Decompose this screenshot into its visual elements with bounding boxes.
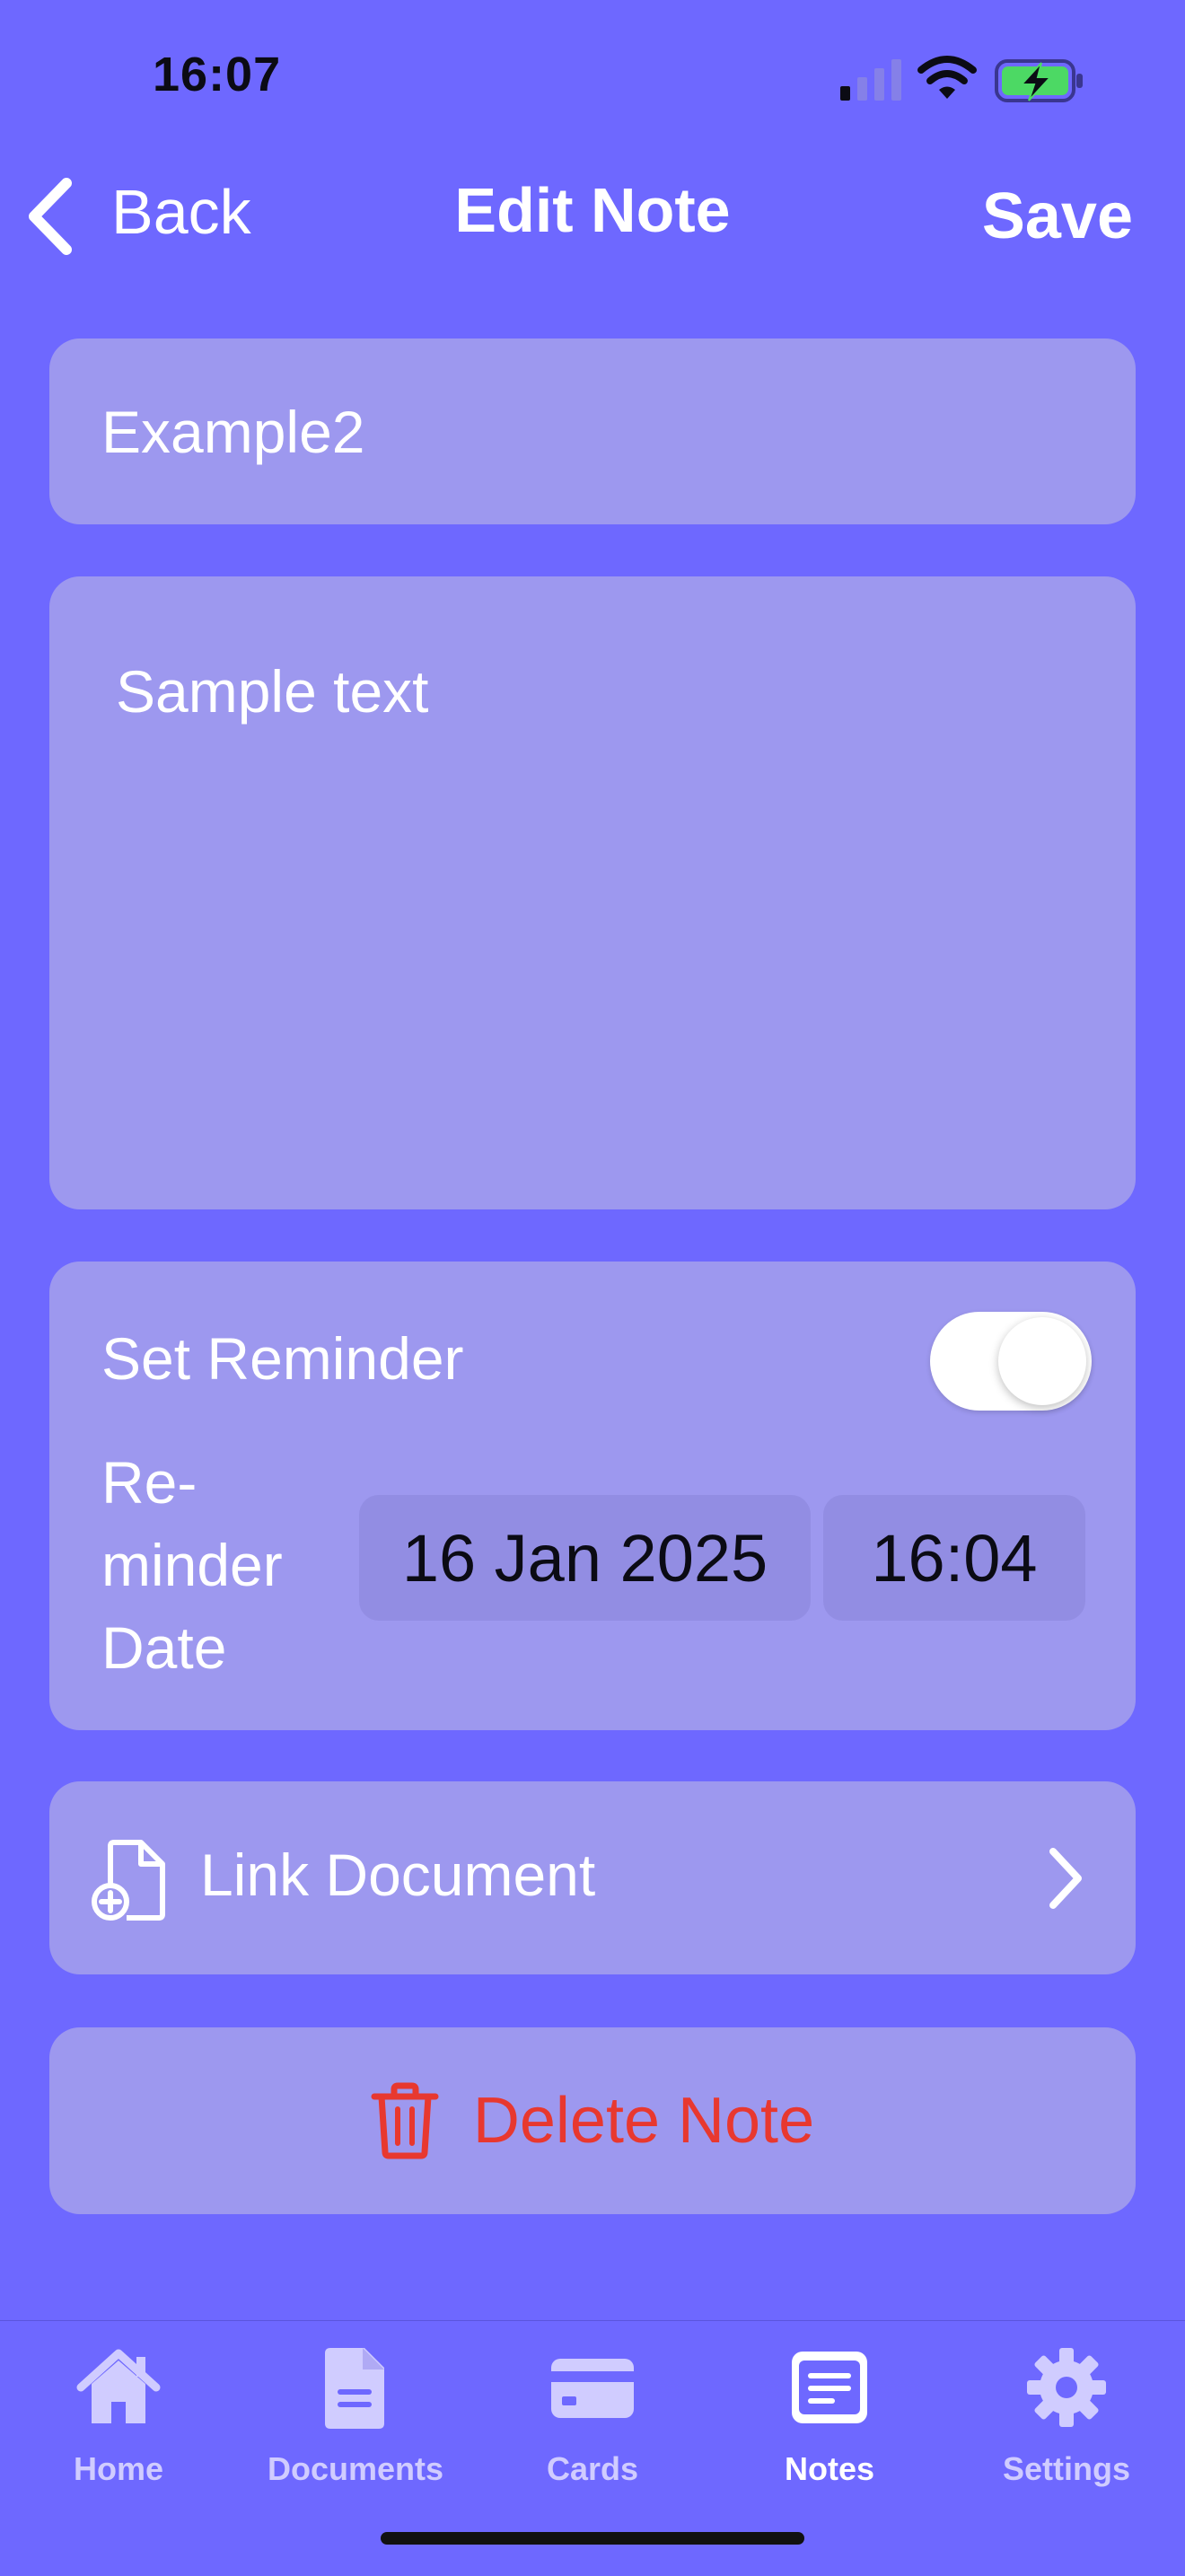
note-title-value: Example2 (101, 399, 365, 465)
save-button[interactable]: Save (982, 180, 1133, 253)
tab-label: Cards (546, 2450, 639, 2487)
toggle-knob (998, 1317, 1086, 1405)
set-reminder-label: Set Reminder (101, 1325, 464, 1392)
delete-note-label: Delete Note (472, 2085, 815, 2157)
document-add-icon (92, 1840, 165, 1921)
tab-label: Notes (784, 2450, 875, 2487)
reminder-date-label: Re- minder Date (101, 1449, 283, 1681)
cellular-signal-icon (840, 59, 901, 101)
notes-icon (792, 2352, 867, 2423)
chevron-right-icon (1049, 1848, 1082, 1909)
tab-label: Home (73, 2450, 164, 2487)
delete-note-button[interactable]: Delete Note (49, 2027, 1136, 2214)
note-body-value: Sample text (116, 658, 429, 725)
wifi-icon (917, 56, 977, 99)
home-indicator (381, 2532, 804, 2545)
tab-label: Documents (267, 2450, 444, 2487)
gear-icon (1027, 2348, 1106, 2427)
battery-charging-icon (995, 59, 1083, 102)
note-body-field[interactable]: Sample text (49, 576, 1136, 1209)
tab-label: Settings (1002, 2450, 1130, 2487)
link-document-row[interactable]: Link Document (49, 1781, 1136, 1974)
reminder-time-picker[interactable]: 16:04 (823, 1495, 1085, 1621)
reminder-section: Set Reminder Re- minder Date 16 Jan 2025… (49, 1262, 1136, 1730)
trash-icon (371, 2082, 439, 2159)
reminder-toggle[interactable] (930, 1312, 1092, 1411)
card-icon (551, 2359, 634, 2418)
reminder-date-picker[interactable]: 16 Jan 2025 (359, 1495, 811, 1621)
document-icon (325, 2348, 384, 2429)
link-document-label: Link Document (200, 1842, 596, 1908)
status-time: 16:07 (153, 48, 282, 101)
home-icon (76, 2349, 161, 2423)
note-title-field[interactable]: Example2 (49, 338, 1136, 524)
